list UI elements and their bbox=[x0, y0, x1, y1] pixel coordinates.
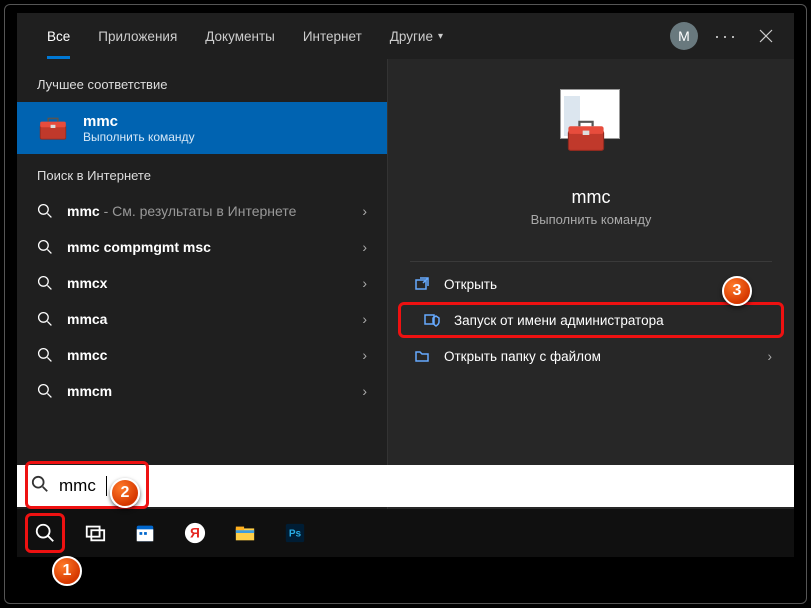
open-icon bbox=[414, 276, 430, 292]
svg-text:Я: Я bbox=[190, 526, 200, 541]
chevron-right-icon: › bbox=[768, 349, 773, 364]
web-result-item[interactable]: mmcc› bbox=[17, 337, 387, 373]
chevron-right-icon: › bbox=[362, 239, 367, 255]
chevron-right-icon: › bbox=[362, 203, 367, 219]
more-options-button[interactable]: ··· bbox=[706, 16, 746, 56]
web-result-item[interactable]: mmcm› bbox=[17, 373, 387, 409]
chevron-right-icon: › bbox=[362, 311, 367, 327]
taskbar-search-button[interactable] bbox=[21, 509, 69, 557]
best-match-subtitle: Выполнить команду bbox=[83, 130, 195, 144]
toolbox-icon bbox=[37, 112, 69, 144]
folder-icon bbox=[414, 348, 430, 364]
taskbar-explorer[interactable] bbox=[221, 509, 269, 557]
chevron-right-icon: › bbox=[362, 347, 367, 363]
taskbar: Я Ps bbox=[17, 509, 794, 557]
web-result-item[interactable]: mmc - См. результаты в Интернете› bbox=[17, 193, 387, 229]
web-results-header: Поиск в Интернете bbox=[17, 154, 387, 193]
web-result-item[interactable]: mmcx› bbox=[17, 265, 387, 301]
search-icon bbox=[37, 203, 53, 219]
search-icon bbox=[37, 383, 53, 399]
taskbar-task-view[interactable] bbox=[71, 509, 119, 557]
chevron-down-icon: ▾ bbox=[438, 31, 443, 42]
tab-apps[interactable]: Приложения bbox=[84, 13, 191, 59]
preview-subtitle: Выполнить команду bbox=[531, 212, 652, 227]
action-open-folder[interactable]: Открыть папку с файлом › bbox=[388, 338, 794, 374]
best-match-item[interactable]: mmc Выполнить команду bbox=[17, 102, 387, 154]
web-result-item[interactable]: mmca› bbox=[17, 301, 387, 337]
svg-text:Ps: Ps bbox=[289, 529, 302, 540]
search-icon bbox=[37, 347, 53, 363]
taskbar-calendar[interactable] bbox=[121, 509, 169, 557]
divider bbox=[410, 261, 772, 262]
action-run-as-admin[interactable]: Запуск от имени администратора bbox=[398, 302, 784, 338]
tab-more[interactable]: Другие▾ bbox=[376, 13, 457, 59]
tab-documents[interactable]: Документы bbox=[191, 13, 289, 59]
best-match-header: Лучшее соответствие bbox=[17, 63, 387, 102]
tab-web[interactable]: Интернет bbox=[289, 13, 376, 59]
annotation-3: 3 bbox=[722, 276, 752, 306]
taskbar-photoshop[interactable]: Ps bbox=[271, 509, 319, 557]
annotation-2: 2 bbox=[110, 478, 140, 508]
shield-admin-icon bbox=[424, 312, 440, 328]
search-icon bbox=[37, 311, 53, 327]
taskbar-yandex[interactable]: Я bbox=[171, 509, 219, 557]
chevron-right-icon: › bbox=[362, 383, 367, 399]
tab-all[interactable]: Все bbox=[33, 13, 84, 59]
preview-app-icon bbox=[550, 89, 632, 171]
close-button[interactable] bbox=[746, 16, 786, 56]
chevron-right-icon: › bbox=[362, 275, 367, 291]
best-match-title: mmc bbox=[83, 113, 195, 130]
annotation-1: 1 bbox=[52, 556, 82, 586]
window-frame: Все Приложения Документы Интернет Другие… bbox=[4, 4, 807, 604]
preview-title: mmc bbox=[572, 187, 611, 208]
web-result-item[interactable]: mmc compmgmt msc› bbox=[17, 229, 387, 265]
search-icon bbox=[37, 239, 53, 255]
filter-tabs: Все Приложения Документы Интернет Другие… bbox=[17, 13, 794, 59]
user-avatar[interactable]: M bbox=[670, 22, 698, 50]
search-icon bbox=[37, 275, 53, 291]
